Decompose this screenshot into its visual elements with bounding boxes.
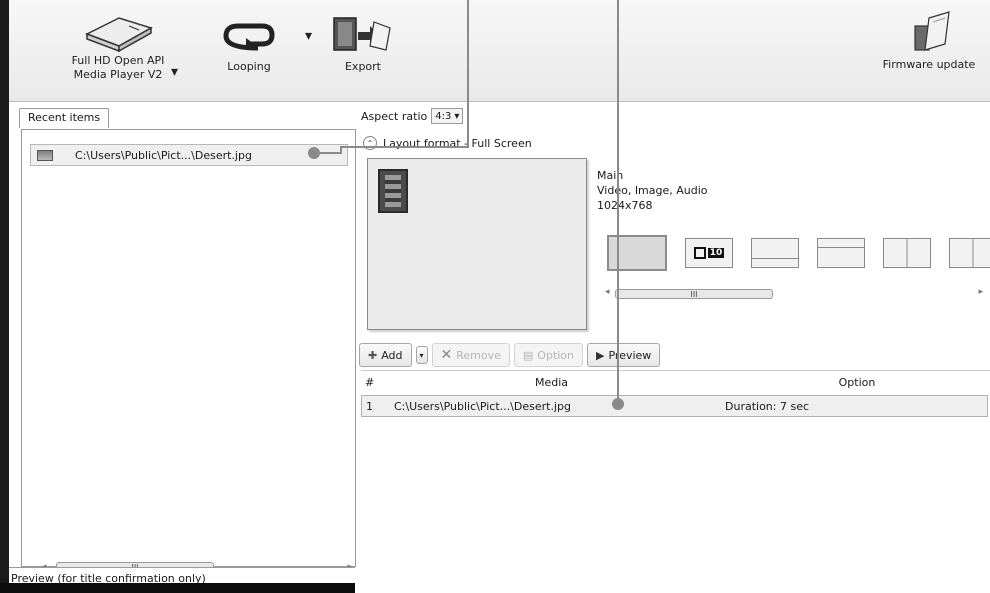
row-number: 1	[366, 399, 373, 413]
filmstrip-icon	[378, 169, 408, 213]
looping-label: Looping	[227, 60, 271, 73]
export-button[interactable]: Export	[325, 14, 401, 74]
scroll-right-arrow-icon[interactable]: ▸	[978, 287, 983, 297]
option-button[interactable]: ▤ Option	[513, 343, 584, 367]
device-dropdown-arrow[interactable]: ▾	[171, 64, 178, 80]
option-icon: ▤	[522, 348, 534, 362]
scrollbar-thumb[interactable]: III	[615, 289, 773, 299]
remove-button[interactable]: ✕ Remove	[431, 343, 510, 367]
layout-option-split[interactable]	[883, 238, 931, 268]
layout-option-split-2[interactable]	[949, 238, 990, 268]
looping-icon	[223, 23, 275, 51]
callout-dot	[612, 398, 624, 410]
layout-option-header[interactable]	[817, 238, 865, 268]
add-dropdown-button[interactable]: ▾	[415, 346, 428, 364]
column-header-media: Media	[534, 375, 569, 389]
scroll-left-arrow-icon[interactable]: ◂	[605, 287, 610, 297]
device-label: Full HD Open API Media Player V2	[71, 54, 165, 81]
media-table-header: # Media Option	[361, 371, 990, 393]
recent-item-path: C:\Users\Public\Pict...\Desert.jpg	[75, 148, 252, 162]
media-player-device-icon	[85, 17, 153, 52]
chevron-down-icon: ▾	[419, 350, 424, 360]
main-toolbar: Full HD Open API Media Player V2 ▾ Loopi…	[9, 0, 990, 102]
firmware-update-button[interactable]: Firmware update	[877, 8, 981, 72]
callout-dot	[308, 147, 320, 159]
media-player-app: Full HD Open API Media Player V2 ▾ Loopi…	[0, 0, 990, 593]
list-item[interactable]: C:\Users\Public\Pict...\Desert.jpg	[30, 144, 348, 166]
window-edge	[0, 0, 9, 593]
callout-line	[617, 0, 619, 404]
firmware-update-icon	[914, 11, 950, 51]
export-icon	[333, 17, 391, 51]
aspect-ratio-row: Aspect ratio 4:3 ▾	[361, 108, 464, 124]
row-media-path: C:\Users\Public\Pict...\Desert.jpg	[394, 399, 571, 413]
zone-resolution: 1024x768	[597, 199, 653, 212]
layout-options-scrollbar[interactable]: ◂ III ▸	[605, 286, 985, 302]
image-thumbnail-icon	[37, 149, 53, 161]
layout-panel: Aspect ratio 4:3 ▾ ⌃ Layout format - Ful…	[359, 102, 990, 593]
aspect-ratio-label: Aspect ratio	[361, 109, 428, 123]
layout-option-ten[interactable]: 10	[685, 238, 733, 268]
layout-options: 10	[607, 235, 990, 271]
firmware-update-label: Firmware update	[882, 58, 976, 71]
preview-button-label: Preview	[608, 348, 652, 362]
column-header-number: #	[365, 375, 375, 389]
column-header-option: Option	[838, 375, 876, 389]
looping-button[interactable]: Looping	[209, 20, 289, 74]
preview-button[interactable]: ▶ Preview	[587, 343, 661, 367]
aspect-ratio-value: 4:3	[435, 110, 452, 122]
zone-info: Main Video, Image, Audio 1024x768	[597, 168, 708, 213]
layout-option-footer[interactable]	[751, 238, 799, 268]
preview-area	[0, 583, 355, 593]
chevron-down-icon: ▾	[454, 110, 460, 122]
export-label: Export	[344, 60, 381, 73]
media-table: # Media Option 1 C:\Users\Public\Pict...…	[361, 370, 990, 593]
tab-recent-items[interactable]: Recent items	[19, 108, 110, 128]
row-option: Duration: 7 sec	[725, 399, 810, 413]
zone-name: Main	[597, 169, 624, 182]
media-toolbar: ✚ Add ▾ ✕ Remove ▤ Option ▶ Preview	[359, 342, 661, 368]
zone-types: Video, Image, Audio	[597, 184, 708, 197]
add-icon: ✚	[368, 348, 378, 362]
remove-label: Remove	[456, 348, 501, 362]
add-label: Add	[381, 348, 403, 362]
device-button[interactable]: Full HD Open API Media Player V2	[63, 8, 173, 82]
layout-option-full-screen[interactable]	[607, 235, 667, 271]
remove-icon: ✕	[440, 347, 453, 363]
recent-items-list: C:\Users\Public\Pict...\Desert.jpg ◂ III…	[21, 129, 356, 572]
callout-line	[467, 0, 469, 146]
layout-preview-canvas[interactable]	[367, 158, 587, 330]
add-button[interactable]: ✚ Add	[359, 343, 412, 367]
callout-line	[342, 146, 469, 148]
table-row[interactable]: 1 C:\Users\Public\Pict...\Desert.jpg Dur…	[361, 395, 988, 417]
grid-icon	[693, 247, 706, 259]
layout-ten-badge: 10	[707, 248, 725, 258]
aspect-ratio-select[interactable]: 4:3 ▾	[431, 108, 464, 124]
recent-items-panel: Recent items C:\Users\Public\Pict...\Des…	[9, 102, 359, 593]
looping-dropdown-arrow[interactable]: ▾	[305, 28, 312, 44]
option-label: Option	[537, 348, 575, 362]
play-icon: ▶	[596, 348, 605, 362]
